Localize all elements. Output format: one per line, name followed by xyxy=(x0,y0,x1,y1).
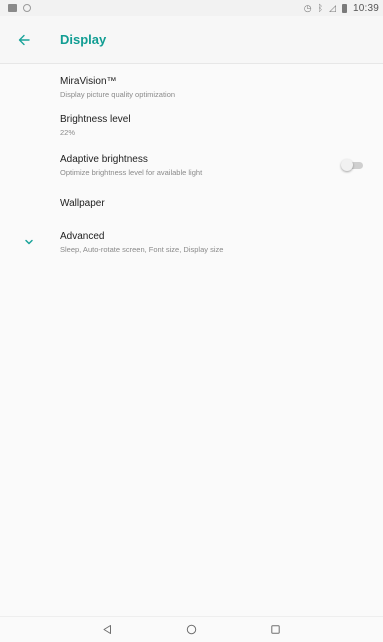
settings-list: MiraVision™ Display picture quality opti… xyxy=(0,65,383,263)
back-button[interactable] xyxy=(0,16,48,64)
setting-advanced[interactable]: Advanced Sleep, Auto-rotate screen, Font… xyxy=(0,221,383,263)
toggle-thumb xyxy=(341,159,353,171)
adaptive-brightness-toggle[interactable] xyxy=(341,159,365,171)
setting-adaptive-brightness[interactable]: Adaptive brightness Optimize brightness … xyxy=(0,145,383,185)
chevron-down-icon xyxy=(22,235,36,249)
setting-title: Wallpaper xyxy=(60,197,105,209)
setting-miravision[interactable]: MiraVision™ Display picture quality opti… xyxy=(0,69,383,105)
alarm-icon: ◷ xyxy=(303,3,312,13)
setting-advanced-texts: Advanced Sleep, Auto-rotate screen, Font… xyxy=(60,230,367,255)
setting-summary: Sleep, Auto-rotate screen, Font size, Di… xyxy=(60,244,224,254)
nav-back-button[interactable] xyxy=(66,617,150,642)
recents-icon xyxy=(271,625,280,634)
setting-miravision-texts: MiraVision™ Display picture quality opti… xyxy=(60,75,367,100)
page-title: Display xyxy=(60,32,107,47)
notification-icon xyxy=(8,4,17,12)
setting-wallpaper[interactable]: Wallpaper xyxy=(0,185,383,221)
status-bar-left xyxy=(8,4,31,12)
setting-title: Advanced xyxy=(60,230,105,242)
setting-summary: Optimize brightness level for available … xyxy=(60,167,203,177)
display-settings-screen: ◷ ᛒ ◿ 10:39 Display MiraVision™ Display … xyxy=(0,0,383,642)
back-icon xyxy=(103,625,111,634)
setting-title: Adaptive brightness xyxy=(60,153,148,165)
setting-brightness-texts: Brightness level 22% xyxy=(60,113,367,138)
system-nav-bar xyxy=(0,616,383,642)
sync-ring-icon xyxy=(23,4,31,12)
status-bar: ◷ ᛒ ◿ 10:39 xyxy=(0,0,383,16)
app-toolbar: Display xyxy=(0,16,383,64)
arrow-back-icon xyxy=(18,34,30,45)
setting-title: Brightness level xyxy=(60,113,131,125)
bluetooth-icon: ᛒ xyxy=(317,3,324,13)
signal-icon: ◿ xyxy=(329,3,336,13)
setting-summary: 22% xyxy=(60,127,76,137)
home-icon xyxy=(186,624,197,635)
setting-title: MiraVision™ xyxy=(60,75,117,87)
clock: 10:39 xyxy=(352,2,379,14)
nav-recents-button[interactable] xyxy=(234,617,318,642)
status-bar-right: ◷ ᛒ ◿ 10:39 xyxy=(304,3,379,14)
setting-adaptive-texts: Adaptive brightness Optimize brightness … xyxy=(60,153,341,178)
battery-icon xyxy=(341,3,347,13)
nav-home-button[interactable] xyxy=(150,617,234,642)
setting-brightness-level[interactable]: Brightness level 22% xyxy=(0,105,383,145)
setting-summary: Display picture quality optimization xyxy=(60,89,176,99)
setting-wallpaper-texts: Wallpaper xyxy=(60,197,367,210)
